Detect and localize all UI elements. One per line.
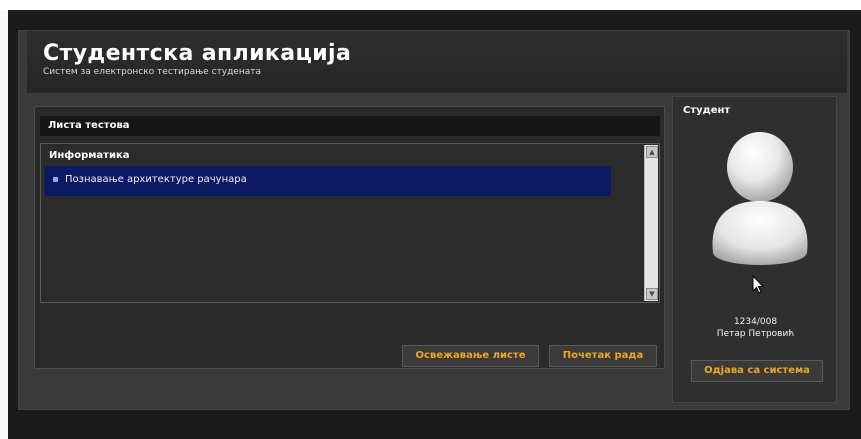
tests-panel: Листа тестова Информатика Познавање архи…: [34, 106, 665, 369]
app-title: Студентска апликација: [43, 41, 352, 66]
student-panel: Студент 1234/008 Петар Петровић Одјава с…: [672, 96, 837, 403]
start-work-button[interactable]: Почетак рада: [549, 345, 657, 367]
tests-list[interactable]: Информатика Познавање архитектуре рачуна…: [40, 143, 660, 303]
student-name: Петар Петровић: [716, 329, 795, 339]
logout-button[interactable]: Одјава са система: [691, 360, 823, 382]
tests-panel-header: Листа тестова: [40, 116, 660, 136]
mouse-cursor-icon: [752, 275, 764, 294]
app-subtitle: Систем за електронско тестирање студенат…: [43, 67, 261, 77]
test-list-item[interactable]: Познавање архитектуре рачунара: [45, 166, 611, 196]
test-item-label: Познавање архитектуре рачунара: [65, 174, 247, 185]
vertical-scrollbar[interactable]: ▲ ▼: [644, 145, 658, 301]
app-frame: Студентска апликација Систем за електрон…: [18, 30, 850, 410]
screen: Студентска апликација Систем за електрон…: [0, 0, 861, 439]
top-strip: [0, 0, 861, 10]
app-shell: Студентска апликација Систем за електрон…: [8, 10, 861, 439]
bullet-icon: [53, 177, 58, 182]
scroll-up-arrow-icon[interactable]: ▲: [646, 146, 658, 158]
tests-panel-title: Листа тестова: [48, 120, 130, 131]
category-label: Информатика: [49, 150, 130, 161]
refresh-list-button[interactable]: Освежавање листе: [402, 345, 539, 367]
student-panel-title: Студент: [683, 105, 731, 116]
scroll-down-arrow-icon[interactable]: ▼: [646, 288, 658, 300]
header: Студентска апликација Систем за електрон…: [27, 31, 847, 93]
student-id: 1234/008: [733, 317, 778, 327]
user-avatar-icon: [712, 132, 808, 265]
